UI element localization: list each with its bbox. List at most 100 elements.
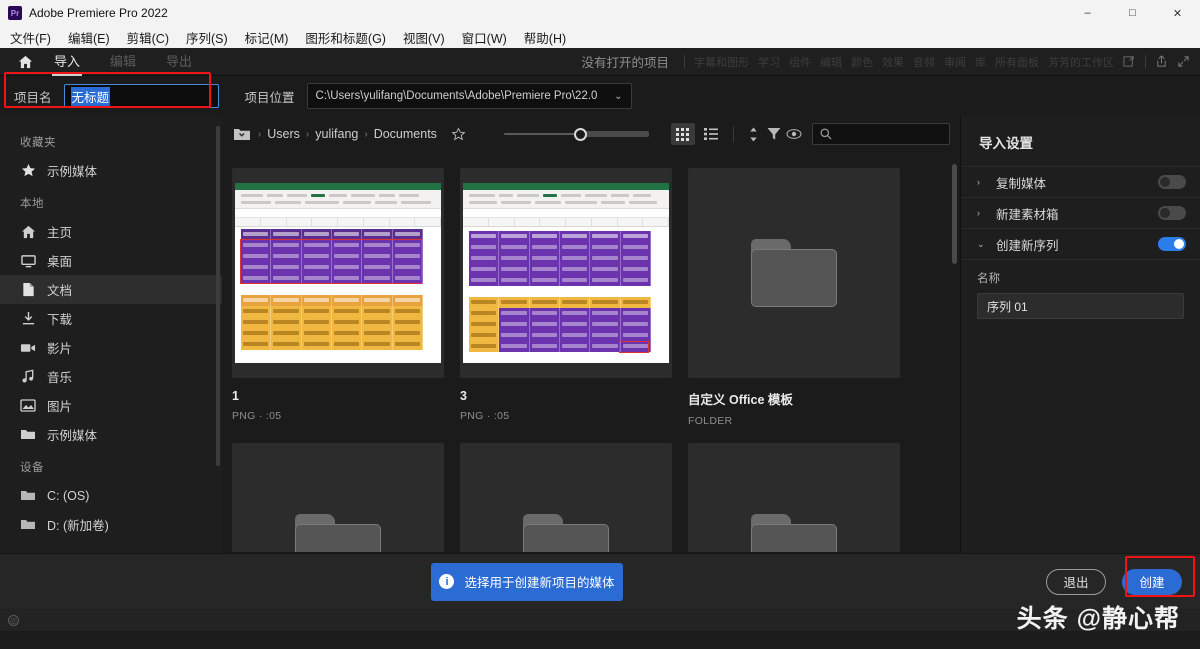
grid-view-icon[interactable] — [670, 123, 695, 145]
workspace-editing[interactable]: 编辑 — [820, 54, 842, 70]
tab-export[interactable]: 导出 — [164, 47, 194, 76]
sequence-name-label: 名称 — [977, 273, 1000, 285]
search-field[interactable] — [837, 128, 948, 140]
menu-item-view[interactable]: 视图(V) — [403, 28, 445, 47]
thumbnail[interactable] — [688, 443, 900, 552]
search-input[interactable] — [811, 123, 950, 145]
workspace-color[interactable]: 颜色 — [851, 54, 873, 70]
list-view-icon[interactable] — [699, 123, 723, 145]
share-icon[interactable] — [1155, 55, 1168, 68]
create-button[interactable]: 创建 — [1122, 568, 1182, 595]
new-sequence-toggle[interactable] — [1158, 237, 1186, 251]
monitor-icon — [20, 253, 36, 269]
workspace-overflow-icon[interactable] — [1123, 55, 1136, 68]
close-button[interactable]: ✕ — [1155, 0, 1200, 26]
grid-item[interactable]: 1 PNG · :05 — [232, 168, 444, 427]
panel-title: 导入设置 — [979, 136, 1033, 151]
menu-item-edit[interactable]: 编辑(E) — [68, 28, 110, 47]
sidebar-label: 主页 — [47, 226, 73, 240]
menu-bar: 文件(F) 编辑(E) 剪辑(C) 序列(S) 标记(M) 图形和标题(G) 视… — [0, 26, 1200, 48]
thumbnail-size-slider[interactable] — [503, 127, 649, 141]
project-location-label: 项目位置 — [244, 90, 295, 105]
thumbnail[interactable] — [460, 443, 672, 552]
thumbnail[interactable] — [232, 168, 444, 378]
workspace-review[interactable]: 审阅 — [944, 54, 966, 70]
menu-item-markers[interactable]: 标记(M) — [245, 28, 289, 47]
grid-item[interactable] — [232, 443, 444, 552]
exit-button[interactable]: 退出 — [1046, 568, 1106, 595]
project-name-input[interactable]: 无标题 — [63, 84, 219, 108]
sidebar-item-sample-media-fav[interactable]: 示例媒体 — [0, 156, 222, 185]
sidebar-item-movies[interactable]: 影片 — [0, 333, 222, 362]
copy-media-toggle[interactable] — [1158, 175, 1186, 189]
menu-item-file[interactable]: 文件(F) — [10, 28, 51, 47]
workspace-custom[interactable]: 芳芳的工作区 — [1048, 54, 1114, 70]
sort-icon[interactable] — [744, 123, 764, 145]
grid-item-name: 3 — [460, 389, 467, 403]
breadcrumb-yulifang[interactable]: yulifang — [315, 127, 358, 141]
menu-item-graphics[interactable]: 图形和标题(G) — [305, 28, 386, 47]
folder-dropdown-icon[interactable] — [232, 125, 252, 143]
workspace-audio[interactable]: 音频 — [913, 54, 935, 70]
menu-item-window[interactable]: 窗口(W) — [462, 28, 507, 47]
new-bin-toggle[interactable] — [1158, 206, 1186, 220]
sidebar-label: 示例媒体 — [47, 165, 98, 179]
setting-label: 复制媒体 — [996, 176, 1047, 191]
fullscreen-icon[interactable] — [1177, 55, 1190, 68]
setting-row-copy-media[interactable]: › 复制媒体 — [961, 166, 1200, 197]
menu-item-clip[interactable]: 剪辑(C) — [127, 28, 169, 47]
project-name-label: 项目名 — [14, 90, 52, 105]
sidebar-item-music[interactable]: 音乐 — [0, 362, 222, 391]
setting-row-new-sequence[interactable]: ⌄ 创建新序列 — [961, 228, 1200, 259]
main-content: 收藏夹 示例媒体 本地 主页 桌面 文档 下载 影片 音乐 图片 示例媒体 设备… — [0, 116, 1200, 553]
sidebar-item-documents[interactable]: 文档 — [0, 275, 222, 304]
folder-icon — [751, 514, 837, 552]
sidebar-item-drive-d[interactable]: D: (新加卷) — [0, 510, 222, 539]
grid-item[interactable] — [460, 443, 672, 552]
star-outline-icon[interactable] — [451, 126, 466, 142]
slider-knob[interactable] — [573, 127, 587, 141]
view-toggle-group — [670, 123, 723, 145]
eye-icon[interactable] — [784, 123, 804, 145]
browser-scrollbar[interactable] — [952, 164, 957, 264]
workspace-captions-graphics[interactable]: 字幕和图形 — [694, 54, 749, 70]
filter-icon[interactable] — [764, 123, 784, 145]
workspace-libraries[interactable]: 库 — [975, 54, 986, 70]
setting-row-new-bin[interactable]: › 新建素材箱 — [961, 197, 1200, 228]
home-icon[interactable] — [12, 55, 38, 69]
window-title: Adobe Premiere Pro 2022 — [29, 6, 168, 20]
workspace-assembly[interactable]: 组件 — [789, 54, 811, 70]
setting-label: 创建新序列 — [996, 238, 1059, 253]
project-location-dropdown[interactable]: C:\Users\yulifang\Documents\Adobe\Premie… — [306, 83, 632, 109]
sequence-name-value: 序列 01 — [987, 299, 1028, 314]
menu-item-sequence[interactable]: 序列(S) — [186, 28, 228, 47]
tab-edit[interactable]: 编辑 — [108, 47, 138, 76]
nav-divider-2 — [1145, 54, 1146, 69]
breadcrumb: › Users › yulifang › Documents — [258, 126, 466, 142]
grid-item[interactable] — [688, 443, 900, 552]
sidebar-item-pictures[interactable]: 图片 — [0, 391, 222, 420]
workspace-effects[interactable]: 效果 — [882, 54, 904, 70]
sidebar-label: C: (OS) — [47, 488, 90, 503]
sidebar-item-sample-media[interactable]: 示例媒体 — [0, 420, 222, 449]
grid-item[interactable]: 自定义 Office 模板 FOLDER — [688, 168, 900, 427]
workspace-learning[interactable]: 学习 — [758, 54, 780, 70]
sidebar-item-drive-c[interactable]: C: (OS) — [0, 481, 222, 510]
breadcrumb-documents[interactable]: Documents — [374, 127, 437, 141]
minimize-button[interactable]: – — [1065, 0, 1110, 26]
thumbnail[interactable] — [460, 168, 672, 378]
tab-import[interactable]: 导入 — [52, 47, 83, 76]
sidebar-scrollbar[interactable] — [216, 126, 220, 466]
sidebar-item-desktop[interactable]: 桌面 — [0, 246, 222, 275]
maximize-button[interactable]: □ — [1110, 0, 1155, 26]
breadcrumb-users[interactable]: Users — [267, 127, 300, 141]
workspace-all-panels[interactable]: 所有面板 — [995, 54, 1039, 70]
sequence-name-input[interactable]: 序列 01 — [977, 293, 1184, 319]
thumbnail[interactable] — [232, 443, 444, 552]
grid-item[interactable]: 3 PNG · :05 — [460, 168, 672, 427]
sidebar-label: 文档 — [47, 284, 73, 298]
menu-item-help[interactable]: 帮助(H) — [524, 28, 566, 47]
sidebar-item-downloads[interactable]: 下载 — [0, 304, 222, 333]
sidebar-item-home[interactable]: 主页 — [0, 217, 222, 246]
thumbnail[interactable] — [688, 168, 900, 378]
